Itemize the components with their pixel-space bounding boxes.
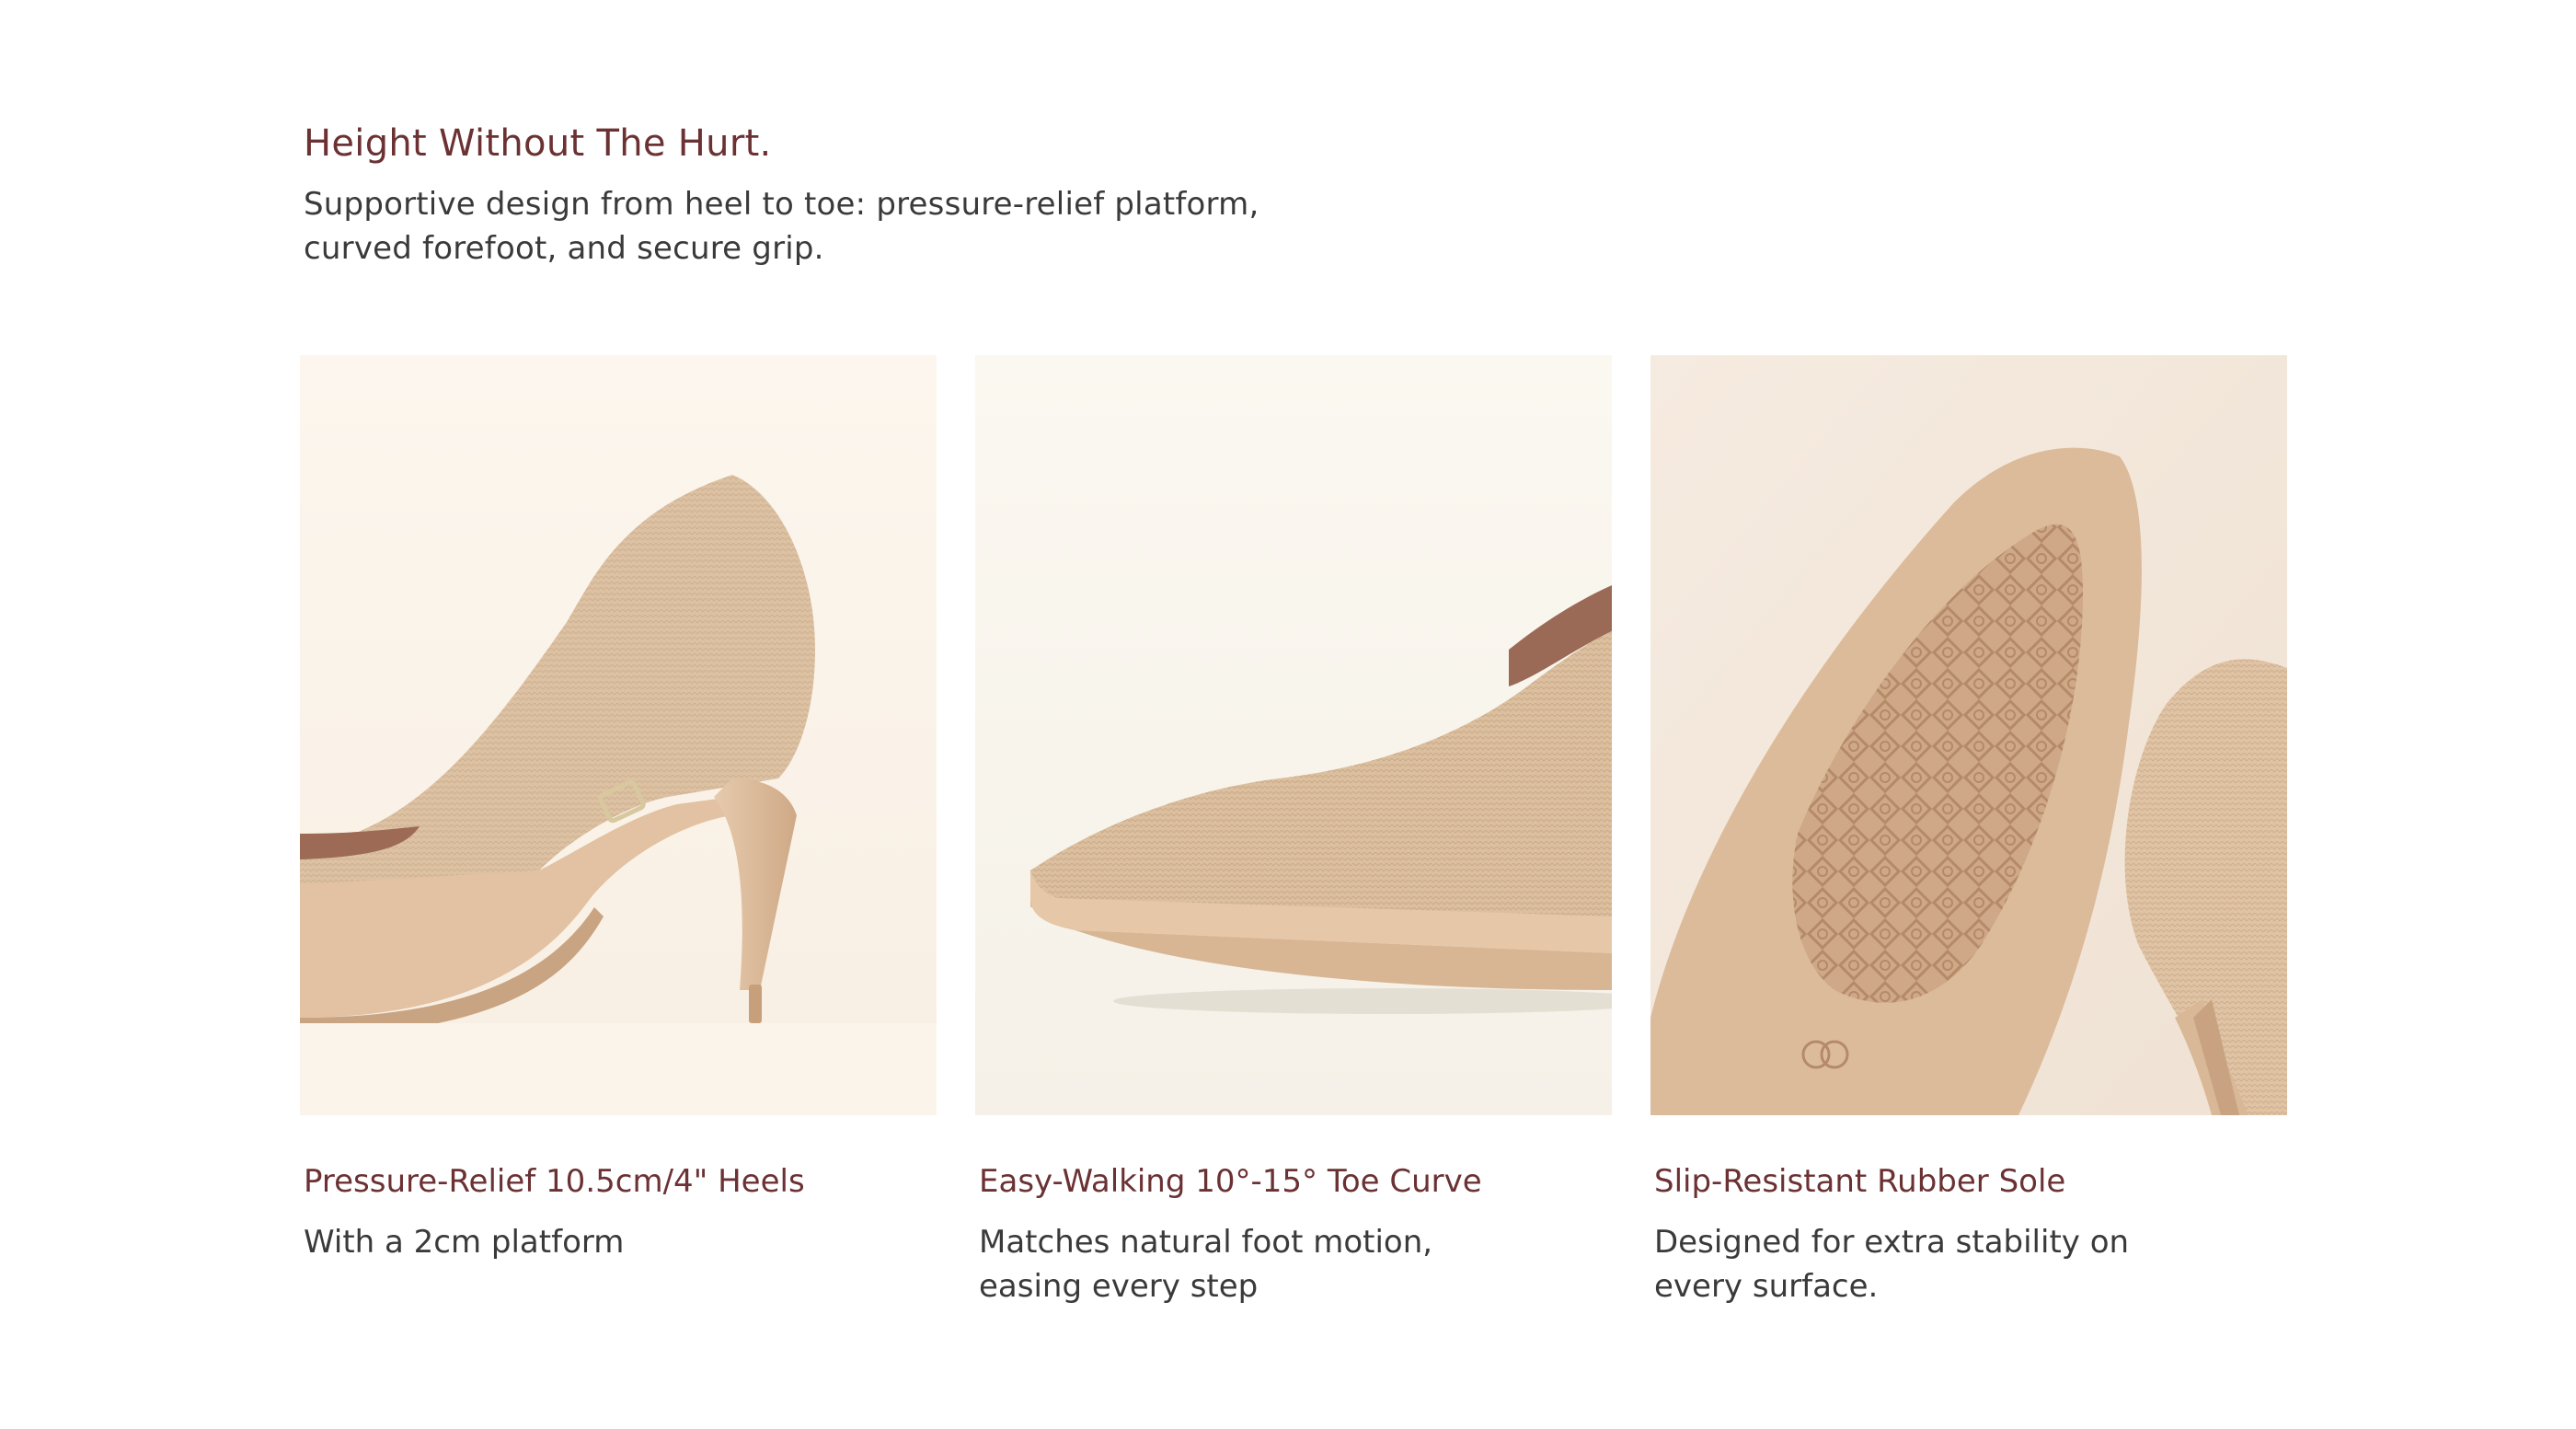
feature-title-sole: Slip-Resistant Rubber Sole — [1654, 1163, 2066, 1200]
feature-title-toe-curve: Easy-Walking 10°-15° Toe Curve — [979, 1163, 1482, 1200]
feature-desc-sole: Designed for extra stability on every su… — [1654, 1224, 2130, 1305]
feature-title-heels: Pressure-Relief 10.5cm/4" Heels — [304, 1163, 805, 1200]
toe-curve-view-image — [975, 355, 1612, 1115]
feature-card-heels: Pressure-Relief 10.5cm/4" Heels With a 2… — [300, 355, 937, 1264]
feature-desc-heels: With a 2cm platform — [304, 1224, 625, 1261]
section-header: Height Without The Hurt. Supportive desi… — [304, 118, 1270, 271]
section-subtitle: Supportive design from heel to toe: pres… — [304, 186, 1259, 267]
sole-tread-view-image — [1650, 355, 2287, 1115]
section-title: Height Without The Hurt. — [304, 122, 772, 165]
feature-card-sole: Slip-Resistant Rubber Sole Designed for … — [1650, 355, 2287, 1308]
feature-card-toe-curve: Easy-Walking 10°-15° Toe Curve Matches n… — [975, 355, 1612, 1308]
heel-side-view-image — [300, 355, 937, 1115]
feature-desc-toe-curve: Matches natural foot motion, easing ever… — [979, 1224, 1433, 1305]
